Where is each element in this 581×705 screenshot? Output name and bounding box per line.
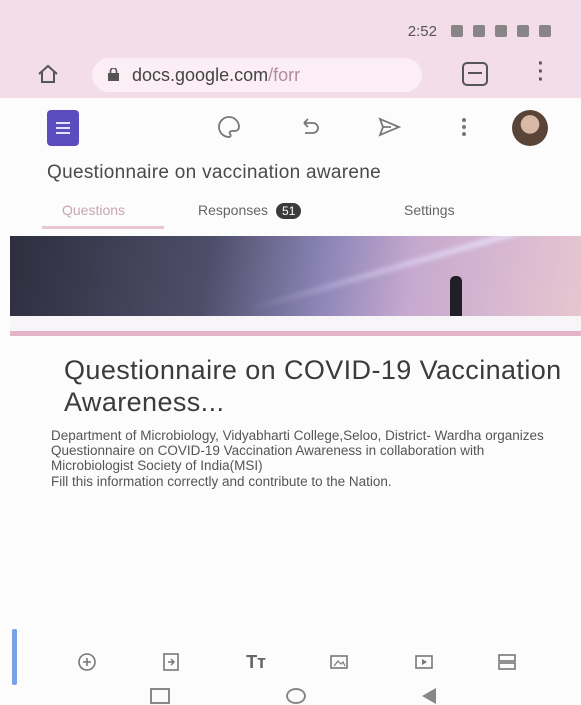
more-icon[interactable]	[451, 114, 477, 140]
lock-icon	[108, 68, 119, 81]
tab-questions[interactable]: Questions	[62, 202, 125, 218]
recents-nav-icon[interactable]	[150, 688, 170, 704]
header-banner-image	[10, 236, 581, 316]
tab-responses[interactable]: Responses 51	[198, 202, 302, 220]
form-description[interactable]: Department of Microbiology, Vidyabharti …	[51, 428, 551, 489]
wifi-icon	[495, 25, 507, 37]
status-icons	[451, 25, 551, 37]
add-section-icon[interactable]	[494, 651, 520, 673]
palette-icon[interactable]	[216, 114, 242, 140]
add-image-icon[interactable]	[326, 651, 352, 673]
url-path: /forr	[268, 64, 301, 85]
notification-icon	[451, 25, 463, 37]
url-domain: docs.google.com	[132, 64, 269, 85]
back-nav-icon[interactable]	[422, 688, 436, 704]
form-header-title: Questionnaire on vaccination awarene	[47, 162, 382, 183]
send-icon[interactable]	[376, 114, 402, 140]
status-time: 2:52	[407, 22, 437, 40]
import-questions-icon[interactable]	[158, 651, 184, 673]
battery-icon	[539, 25, 551, 37]
add-video-icon[interactable]	[411, 651, 437, 673]
tabs-icon[interactable]	[462, 62, 488, 86]
tab-responses-label: Responses	[198, 202, 269, 218]
forms-toolbar	[0, 100, 581, 152]
google-forms-logo[interactable]	[47, 110, 79, 146]
form-title[interactable]: Questionnaire on COVID-19 Vaccination Aw…	[64, 354, 564, 418]
active-tab-indicator	[42, 226, 164, 229]
form-accent-line	[10, 331, 581, 336]
home-icon[interactable]	[36, 62, 60, 86]
add-title-icon[interactable]: Tт	[243, 651, 269, 673]
signal-icon	[517, 25, 529, 37]
avatar[interactable]	[512, 110, 548, 146]
person-silhouette	[450, 276, 462, 316]
battery-saver-icon	[473, 25, 485, 37]
light-beam	[244, 236, 536, 314]
undo-icon[interactable]	[296, 114, 322, 140]
browser-menu-icon[interactable]: · · ·	[536, 54, 546, 90]
browser-toolbar: docs.google.com/forr · · ·	[0, 50, 581, 98]
home-nav-icon[interactable]	[286, 688, 306, 704]
tab-settings[interactable]: Settings	[404, 202, 455, 218]
active-card-marker	[12, 629, 17, 685]
url-field[interactable]: docs.google.com/forr	[92, 58, 422, 92]
responses-count-badge: 51	[276, 203, 302, 220]
add-question-icon[interactable]	[74, 651, 100, 673]
